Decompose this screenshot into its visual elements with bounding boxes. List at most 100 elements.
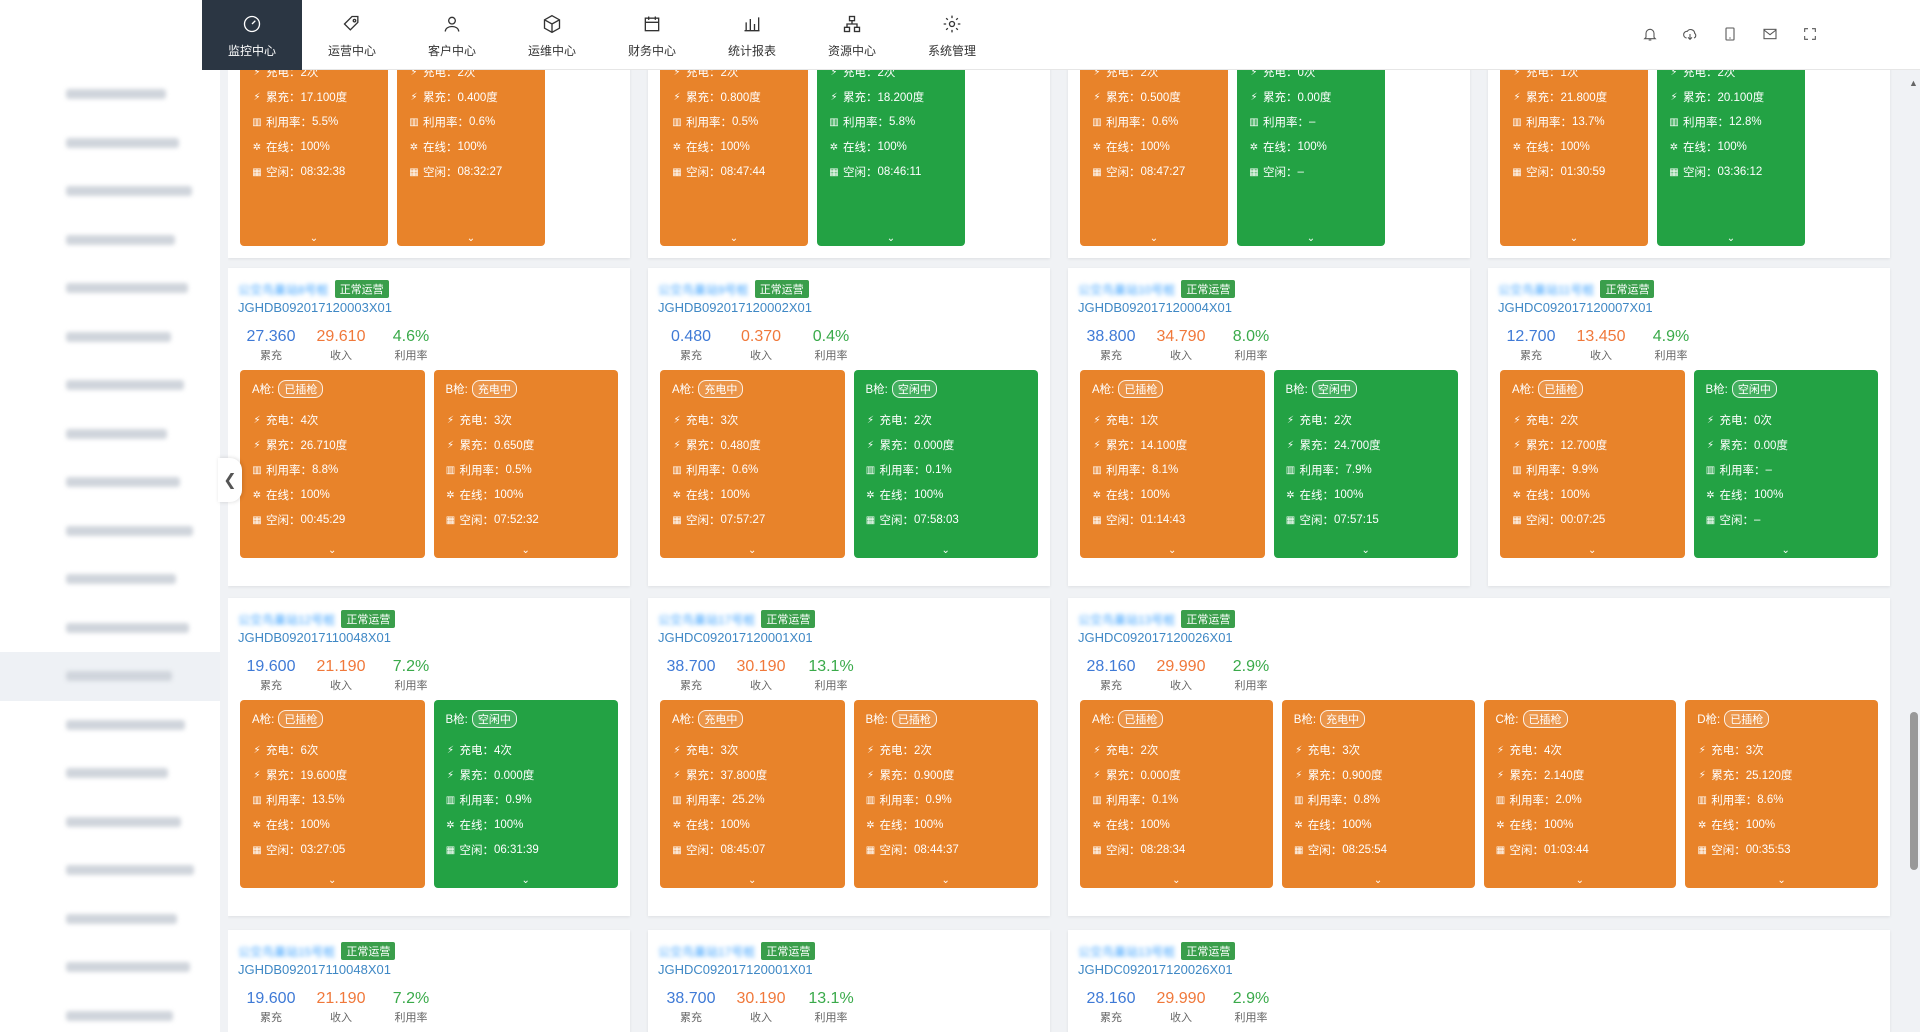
gun-panel[interactable]: A枪: 已插枪 ⚡ 充电： 2次 ⚡ 累充： 0.000度 ▥ 利用率： 0.1% ✲ 在线： 100% ▦…	[1080, 700, 1273, 888]
station-name[interactable]: 公交鸟巢站15号桩	[238, 943, 335, 960]
sidebar-item[interactable]	[0, 992, 220, 1032]
nav-item-6[interactable]: 资源中心	[802, 0, 902, 70]
chevron-down-icon[interactable]: ⌄	[1168, 545, 1176, 556]
chevron-down-icon[interactable]: ⌄	[1362, 545, 1370, 556]
nav-item-5[interactable]: 统计报表	[702, 0, 802, 70]
fullscreen-icon[interactable]	[1800, 24, 1820, 44]
chevron-down-icon[interactable]: ⌄	[1782, 545, 1790, 556]
chevron-down-icon[interactable]: ⌄	[1374, 875, 1382, 886]
chevron-down-icon[interactable]: ⌄	[942, 545, 950, 556]
chevron-down-icon[interactable]: ⌄	[522, 545, 530, 556]
gun-panel[interactable]: B枪: 已插枪 ⚡ 充电： 2次 ⚡ 累充： 0.900度 ▥ 利用率： 0.9% ✲ 在线： 100% ▦…	[853, 700, 1038, 888]
pile-code[interactable]: JGHDC092017120026X01	[1078, 962, 1233, 977]
gun-panel[interactable]: B枪: 空闲中 ⚡ 充电： 2次 ⚡ 累充： 24.700度 ▥ 利用率： 7.9% ✲ 在线： 100%…	[1273, 370, 1458, 558]
nav-item-2[interactable]: 客户中心	[402, 0, 502, 70]
sidebar-item[interactable]	[0, 652, 220, 701]
mail-icon[interactable]	[1760, 24, 1780, 44]
chevron-down-icon[interactable]: ⌄	[730, 233, 738, 244]
sidebar-item[interactable]	[0, 70, 220, 119]
sidebar-item[interactable]	[0, 119, 220, 168]
sidebar-item[interactable]	[0, 458, 220, 507]
chevron-down-icon[interactable]: ⌄	[1777, 875, 1785, 886]
chevron-down-icon[interactable]: ⌄	[328, 545, 336, 556]
sidebar-item[interactable]	[0, 846, 220, 895]
bell-icon[interactable]	[1640, 24, 1660, 44]
nav-item-4[interactable]: 财务中心	[602, 0, 702, 70]
station-name[interactable]: 公交鸟巢站11号桩	[1498, 281, 1594, 298]
chevron-down-icon[interactable]: ⌄	[748, 545, 756, 556]
chevron-down-icon[interactable]: ⌄	[1570, 233, 1578, 244]
station-name[interactable]: 公交鸟巢站17号桩	[658, 943, 755, 960]
chevron-down-icon[interactable]: ⌄	[310, 233, 318, 244]
gun-panel[interactable]: ⚡ 充电： 2次 ⚡ 累充： 20.100度 ▥ 利用率： 12.8% ✲ 在线： 100% ▦ 空闲： 0…	[1657, 70, 1805, 246]
pile-code[interactable]: JGHDB092017120003X01	[238, 300, 392, 315]
chevron-down-icon[interactable]: ⌄	[522, 875, 530, 886]
pile-code[interactable]: JGHDC092017120007X01	[1498, 300, 1653, 315]
chevron-down-icon[interactable]: ⌄	[1588, 545, 1596, 556]
gun-panel[interactable]: A枪: 充电中 ⚡ 充电： 3次 ⚡ 累充： 37.800度 ▥ 利用率： 25.2% ✲ 在线： 100…	[660, 700, 845, 888]
gun-panel[interactable]: ⚡ 充电： 2次 ⚡ 累充： 0.400度 ▥ 利用率： 0.6% ✲ 在线： 100% ▦ 空闲： 08:…	[397, 70, 545, 246]
station-name[interactable]: 公交鸟巢站13号桩	[1078, 611, 1175, 628]
sidebar-item[interactable]	[0, 604, 220, 653]
sidebar-item[interactable]	[0, 749, 220, 798]
nav-item-1[interactable]: 运营中心	[302, 0, 402, 70]
chevron-down-icon[interactable]: ⌄	[328, 875, 336, 886]
chevron-down-icon[interactable]: ⌄	[1150, 233, 1158, 244]
chevron-down-icon[interactable]: ⌄	[942, 875, 950, 886]
gun-panel[interactable]: B枪: 空闲中 ⚡ 充电： 2次 ⚡ 累充： 0.000度 ▥ 利用率： 0.1% ✲ 在线： 100% ▦…	[853, 370, 1038, 558]
pile-code[interactable]: JGHDB092017110048X01	[238, 962, 391, 977]
station-name[interactable]: 公交鸟巢站17号桩	[658, 611, 755, 628]
sidebar-item[interactable]	[0, 410, 220, 459]
sidebar-item[interactable]	[0, 701, 220, 750]
pile-code[interactable]: JGHDC092017120026X01	[1078, 630, 1233, 645]
chevron-down-icon[interactable]: ⌄	[1576, 875, 1584, 886]
chevron-down-icon[interactable]: ⌄	[887, 233, 895, 244]
gun-panel[interactable]: D枪: 已插枪 ⚡ 充电： 3次 ⚡ 累充： 25.120度 ▥ 利用率： 8.6% ✲ 在线： 100%…	[1685, 700, 1878, 888]
gun-panel[interactable]: A枪: 已插枪 ⚡ 充电： 4次 ⚡ 累充： 26.710度 ▥ 利用率： 8.8% ✲ 在线： 100%…	[240, 370, 425, 558]
gun-panel[interactable]: ⚡ 充电： 2次 ⚡ 累充： 0.500度 ▥ 利用率： 0.6% ✲ 在线： 100% ▦ 空闲： 08:…	[1080, 70, 1228, 246]
pile-code[interactable]: JGHDB092017120002X01	[658, 300, 812, 315]
gun-panel[interactable]: C枪: 已插枪 ⚡ 充电： 4次 ⚡ 累充： 2.140度 ▥ 利用率： 2.0% ✲ 在线： 100% ▦…	[1483, 700, 1677, 888]
sidebar-item[interactable]	[0, 555, 220, 604]
pile-code[interactable]: JGHDC092017120001X01	[658, 630, 813, 645]
sidebar-item[interactable]	[0, 507, 220, 556]
sidebar-collapse-button[interactable]: ❮	[218, 458, 242, 502]
gun-panel[interactable]: A枪: 已插枪 ⚡ 充电： 2次 ⚡ 累充： 12.700度 ▥ 利用率： 9.9% ✲ 在线： 100%…	[1500, 370, 1685, 558]
sidebar-item[interactable]	[0, 167, 220, 216]
station-name[interactable]: 公交鸟巢站10号桩	[1078, 281, 1175, 298]
sidebar-item[interactable]	[0, 943, 220, 992]
gun-panel[interactable]: B枪: 充电中 ⚡ 充电： 3次 ⚡ 累充： 0.900度 ▥ 利用率： 0.8% ✲ 在线： 100% ▦…	[1281, 700, 1475, 888]
chevron-down-icon[interactable]: ⌄	[748, 875, 756, 886]
scroll-thumb[interactable]	[1910, 712, 1918, 870]
chevron-down-icon[interactable]: ⌄	[1727, 233, 1735, 244]
sidebar-item[interactable]	[0, 313, 220, 362]
chevron-down-icon[interactable]: ⌄	[1172, 875, 1180, 886]
station-name[interactable]: 公交鸟巢站12号桩	[238, 611, 335, 628]
gun-panel[interactable]: B枪: 充电中 ⚡ 充电： 3次 ⚡ 累充： 0.650度 ▥ 利用率： 0.5% ✲ 在线： 100% ▦…	[433, 370, 618, 558]
gun-panel[interactable]: A枪: 已插枪 ⚡ 充电： 6次 ⚡ 累充： 19.600度 ▥ 利用率： 13.5% ✲ 在线： 100…	[240, 700, 425, 888]
scroll-up-arrow-icon[interactable]: ▲	[1909, 78, 1918, 88]
pile-code[interactable]: JGHDC092017120001X01	[658, 962, 813, 977]
station-name[interactable]: 公交鸟巢站9号桩	[658, 281, 749, 298]
sidebar-item[interactable]	[0, 798, 220, 847]
gun-panel[interactable]: ⚡ 充电： 2次 ⚡ 累充： 18.200度 ▥ 利用率： 5.8% ✲ 在线： 100% ▦ 空闲： 08…	[817, 70, 965, 246]
gun-panel[interactable]: ⚡ 充电： 1次 ⚡ 累充： 21.800度 ▥ 利用率： 13.7% ✲ 在线： 100% ▦ 空闲： 0…	[1500, 70, 1648, 246]
nav-item-0[interactable]: 监控中心	[202, 0, 302, 70]
chevron-down-icon[interactable]: ⌄	[467, 233, 475, 244]
tablet-icon[interactable]	[1720, 24, 1740, 44]
chevron-down-icon[interactable]: ⌄	[1307, 233, 1315, 244]
gun-panel[interactable]: B枪: 空闲中 ⚡ 充电： 4次 ⚡ 累充： 0.000度 ▥ 利用率： 0.9% ✲ 在线： 100% ▦…	[433, 700, 618, 888]
gun-panel[interactable]: ⚡ 充电： 2次 ⚡ 累充： 17.100度 ▥ 利用率： 5.5% ✲ 在线： 100% ▦ 空闲： 08…	[240, 70, 388, 246]
station-name[interactable]: 公交鸟巢站13号桩	[1078, 943, 1175, 960]
station-name[interactable]: 公交鸟巢站8号桩	[238, 281, 329, 298]
cloud-download-icon[interactable]	[1680, 24, 1700, 44]
sidebar-item[interactable]	[0, 361, 220, 410]
gun-panel[interactable]: B枪: 空闲中 ⚡ 充电： 0次 ⚡ 累充： 0.00度 ▥ 利用率： – ✲ 在线： 100% ▦ 空闲： –…	[1693, 370, 1878, 558]
gun-panel[interactable]: ⚡ 充电： 2次 ⚡ 累充： 0.800度 ▥ 利用率： 0.5% ✲ 在线： 100% ▦ 空闲： 08:…	[660, 70, 808, 246]
pile-code[interactable]: JGHDB092017110048X01	[238, 630, 391, 645]
gun-panel[interactable]: A枪: 充电中 ⚡ 充电： 3次 ⚡ 累充： 0.480度 ▥ 利用率： 0.6% ✲ 在线： 100% ▦…	[660, 370, 845, 558]
gun-panel[interactable]: ⚡ 充电： 0次 ⚡ 累充： 0.00度 ▥ 利用率： – ✲ 在线： 100% ▦ 空闲： – ⌄	[1237, 70, 1385, 246]
gun-panel[interactable]: A枪: 已插枪 ⚡ 充电： 1次 ⚡ 累充： 14.100度 ▥ 利用率： 8.1% ✲ 在线： 100%…	[1080, 370, 1265, 558]
nav-item-3[interactable]: 运维中心	[502, 0, 602, 70]
sidebar-item[interactable]	[0, 216, 220, 265]
